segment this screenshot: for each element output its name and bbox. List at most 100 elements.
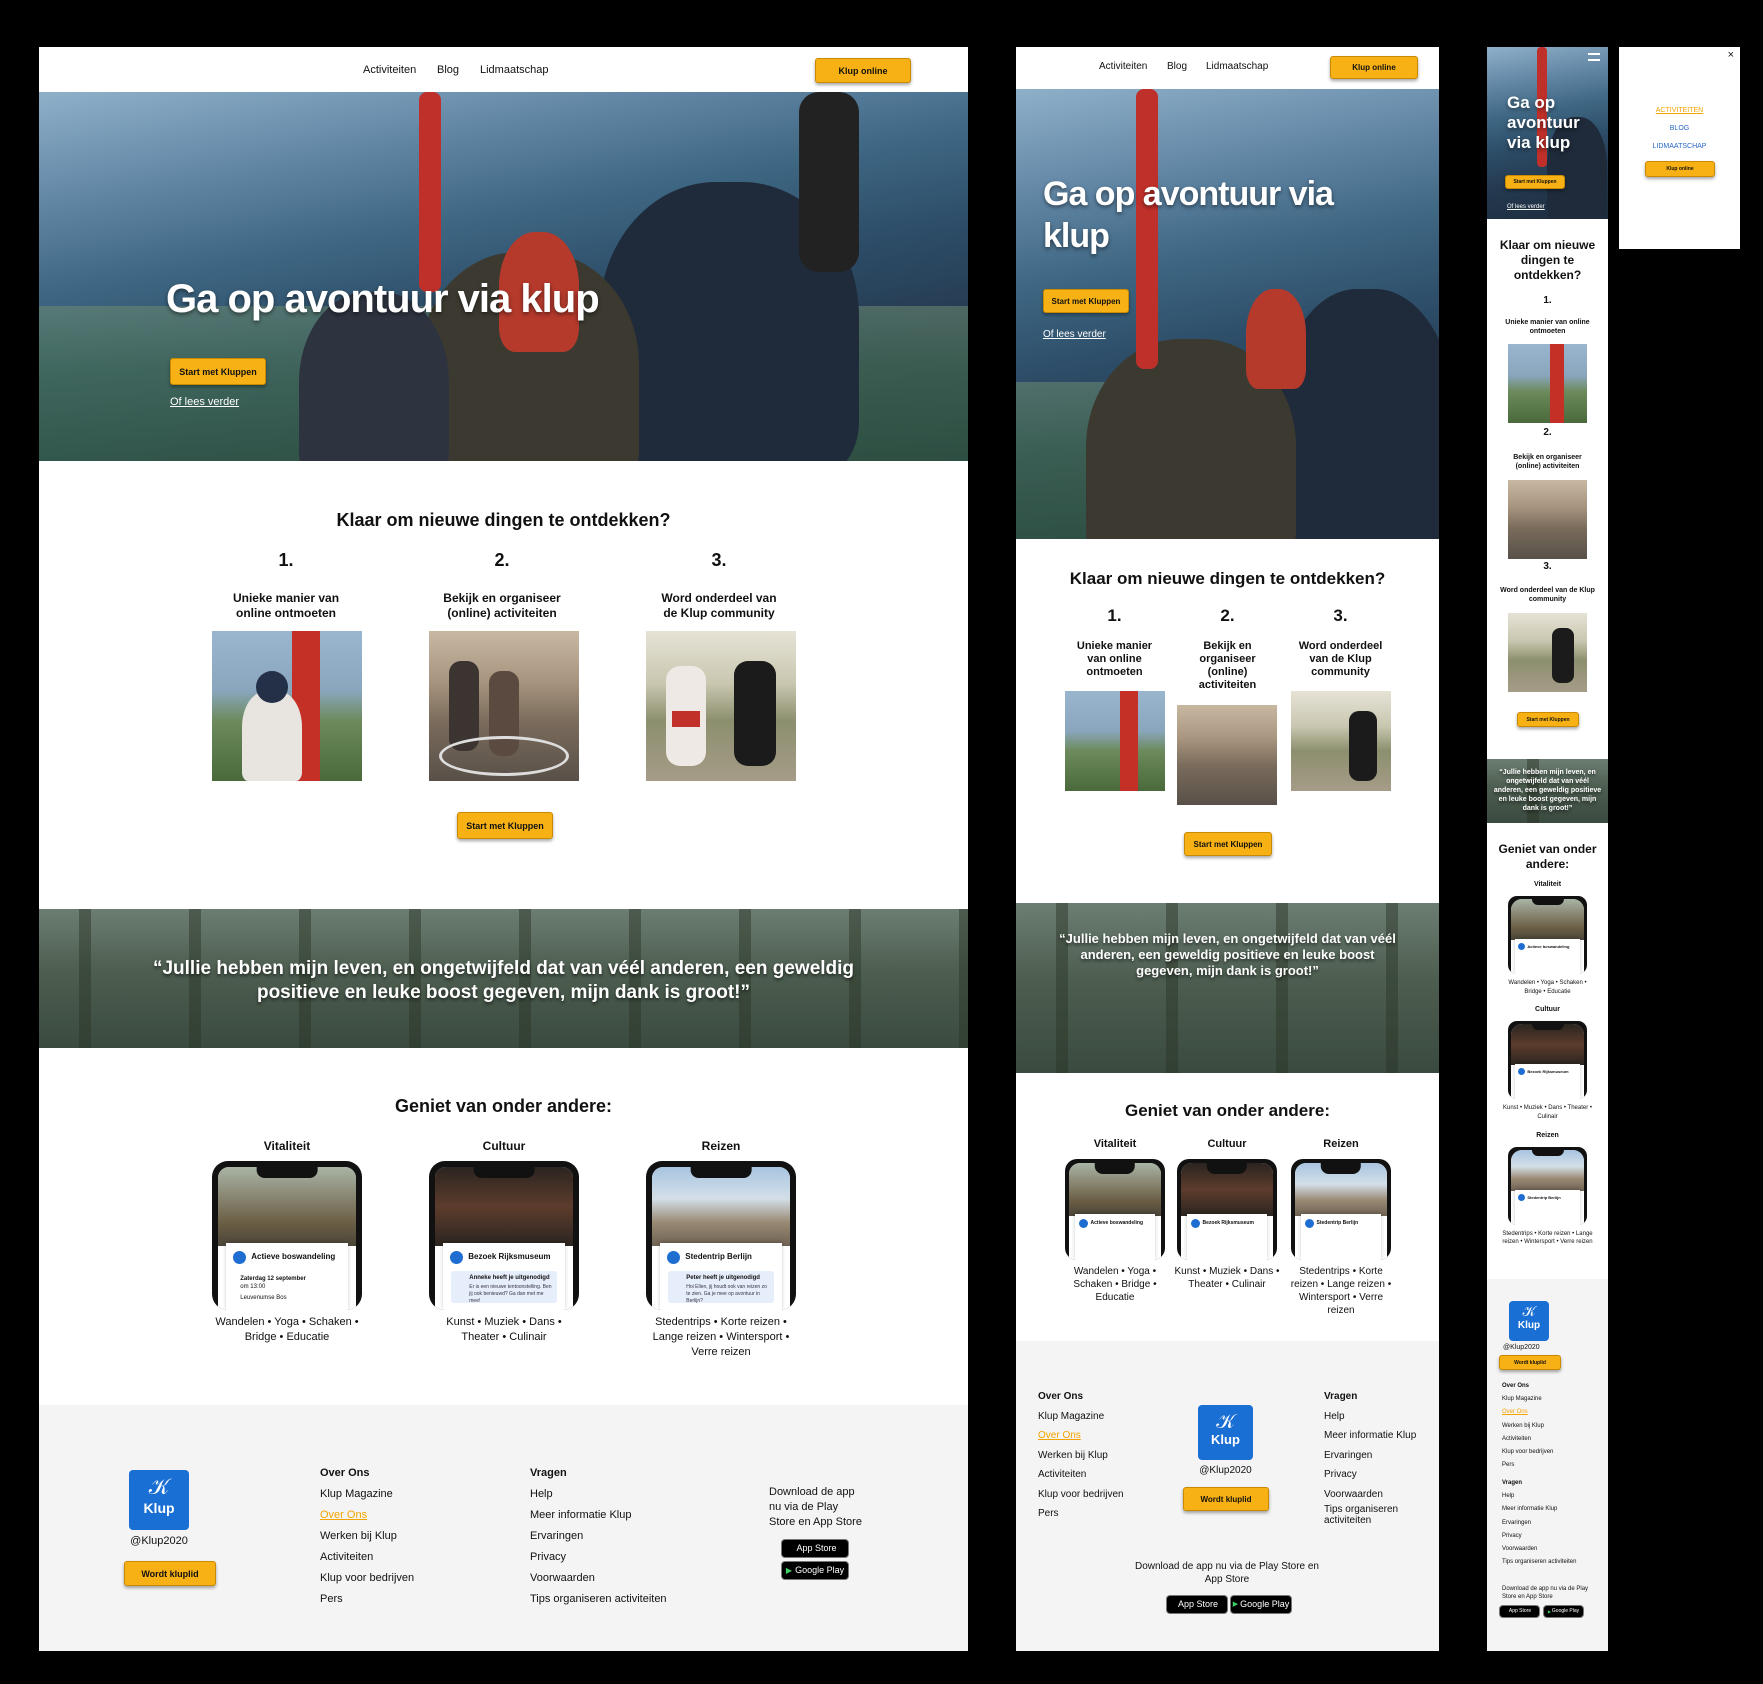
google-play-badge[interactable]: ▶ Google Play (781, 1561, 849, 1580)
footer-link-meer-informatie[interactable]: Meer informatie Klup (1502, 1503, 1576, 1516)
footer-link-voorwaarden[interactable]: Voorwaarden (1502, 1543, 1576, 1556)
app-store-badge[interactable]: App Store (1499, 1605, 1540, 1618)
nav-item-activiteiten[interactable]: Activiteiten (1099, 61, 1147, 72)
read-more-link[interactable]: Of lees verder (1507, 204, 1545, 210)
klup-online-button[interactable]: Klup online (1330, 56, 1418, 79)
trees-backdrop (1016, 903, 1439, 1073)
footer-link-pers[interactable]: Pers (1038, 1504, 1124, 1524)
nav-item-lidmaatschap[interactable]: Lidmaatschap (1206, 61, 1268, 72)
footer-link-pers[interactable]: Pers (1502, 1459, 1553, 1472)
invite-card: Peter heeft je uitgenodigd Hoi Ellen, ji… (668, 1270, 774, 1304)
start-kluppen-button[interactable]: Start met Kluppen (1043, 289, 1129, 313)
footer-link-werken-bij-klup[interactable]: Werken bij Klup (1038, 1446, 1124, 1466)
read-more-link[interactable]: Of lees verder (1043, 329, 1106, 340)
hamburger-icon[interactable] (1588, 53, 1600, 61)
brand-name: Klup (1211, 1432, 1240, 1447)
footer-link-klup-magazine[interactable]: Klup Magazine (1038, 1407, 1124, 1427)
footer-link-tips[interactable]: Tips organiseren activiteiten (1502, 1556, 1576, 1569)
read-more-link[interactable]: Of lees verder (170, 396, 239, 408)
app-store-badge[interactable]: App Store (781, 1539, 849, 1558)
step-2: 2. Bekijk en organiseer (online) activit… (427, 550, 577, 621)
klup-online-button[interactable]: Klup online (1645, 161, 1715, 177)
footer-link-werken-bij-klup[interactable]: Werken bij Klup (320, 1526, 414, 1547)
become-member-button[interactable]: Wordt kluplid (124, 1561, 216, 1586)
activity-icon (450, 1250, 464, 1264)
footer-link-activiteiten[interactable]: Activiteiten (1038, 1465, 1124, 1485)
footer-link-activiteiten[interactable]: Activiteiten (1502, 1433, 1553, 1446)
nav-item-blog[interactable]: Blog (1167, 61, 1187, 72)
category-title-reizen: Reizen (1323, 1138, 1359, 1150)
footer-link-klup-magazine[interactable]: Klup Magazine (320, 1484, 414, 1505)
footer-link-klup-voor-bedrijven[interactable]: Klup voor bedrijven (1502, 1446, 1553, 1459)
klup-logo[interactable]: 𝒦 Klup (129, 1470, 189, 1530)
footer-link-help[interactable]: Help (530, 1484, 667, 1505)
discover-title: Klaar om nieuwe dingen te ontdekken? (336, 510, 671, 530)
klup-logo[interactable]: 𝒦 Klup (1509, 1301, 1549, 1341)
klup-online-button[interactable]: Klup online (815, 58, 911, 83)
footer-link-privacy[interactable]: Privacy (1324, 1465, 1424, 1485)
nav-item-blog[interactable]: Blog (437, 64, 459, 76)
footer-link-over-ons[interactable]: Over Ons (320, 1505, 414, 1526)
hero-banner: Ga op avontuur via klup Start met Kluppe… (1016, 89, 1439, 539)
footer-link-ervaringen[interactable]: Ervaringen (1324, 1446, 1424, 1466)
screen-line: Peter heeft je uitgenodigd (686, 1274, 760, 1281)
klup-logo[interactable]: 𝒦 Klup (1198, 1405, 1253, 1460)
mobile-menu-item-activiteiten[interactable]: ACTIVITEITEN (1619, 107, 1740, 114)
footer-link-help[interactable]: Help (1502, 1490, 1576, 1503)
close-icon[interactable]: × (1728, 49, 1734, 61)
become-member-button[interactable]: Wordt kluplid (1499, 1355, 1561, 1370)
nav-item-lidmaatschap[interactable]: Lidmaatschap (480, 64, 549, 76)
mobile-frame: Ga op avontuur via klup Start met Kluppe… (1487, 47, 1608, 1651)
footer-link-klup-voor-bedrijven[interactable]: Klup voor bedrijven (1038, 1485, 1124, 1505)
screen-line: Anneke heeft je uitgenodigd (469, 1274, 550, 1281)
google-play-badge[interactable]: ▶ Google Play (1543, 1605, 1584, 1618)
footer-link-klup-voor-bedrijven[interactable]: Klup voor bedrijven (320, 1568, 414, 1589)
footer-link-voorwaarden[interactable]: Voorwaarden (530, 1568, 667, 1589)
enjoy-title: Geniet van onder andere: (1125, 1101, 1330, 1120)
category-title-vitaliteit: Vitaliteit (1533, 881, 1562, 888)
step-3: 3. Word onderdeel van de Klup community (1288, 606, 1393, 679)
footer-col-vragen: Vragen Help Meer informatie Klup Ervarin… (1502, 1477, 1576, 1569)
footer-link-privacy[interactable]: Privacy (530, 1547, 667, 1568)
start-kluppen-button[interactable]: Start met Kluppen (457, 812, 553, 839)
footer-link-meer-informatie[interactable]: Meer informatie Klup (1324, 1426, 1424, 1446)
testimonial-banner: “Jullie hebben mijn leven, en ongetwijfe… (1487, 759, 1608, 823)
footer-link-voorwaarden[interactable]: Voorwaarden (1324, 1485, 1424, 1505)
footer-link-over-ons[interactable]: Over Ons (1038, 1426, 1124, 1446)
footer-link-privacy[interactable]: Privacy (1502, 1530, 1576, 1543)
screen-line: Hoi Ellen, jij houdt ook van reizen zo t… (686, 1283, 767, 1304)
brand-name: Klup (143, 1500, 175, 1516)
discover-title: Klaar om nieuwe dingen te ontdekken? (1069, 569, 1386, 588)
app-store-badge[interactable]: App Store (1166, 1595, 1228, 1614)
footer-link-ervaringen[interactable]: Ervaringen (1502, 1517, 1576, 1530)
footer-link-tips[interactable]: Tips organiseren activiteiten (530, 1589, 667, 1610)
footer-link-werken-bij-klup[interactable]: Werken bij Klup (1502, 1420, 1553, 1433)
start-kluppen-button[interactable]: Start met Kluppen (1505, 175, 1565, 189)
google-play-label: Google Play (795, 1565, 845, 1575)
step-number: 3. (1543, 561, 1552, 572)
footer-link-pers[interactable]: Pers (320, 1589, 414, 1610)
footer-link-tips[interactable]: Tips organiseren activiteiten (1324, 1504, 1424, 1526)
screen-line: om 13:00 (240, 1283, 266, 1290)
nav-item-activiteiten[interactable]: Activiteiten (363, 64, 416, 76)
phone-mockup-vitaliteit: Actieve boswandeling Zaterdag 12 septemb… (212, 1161, 362, 1310)
download-text: Download de app nu via de Play Store en … (1502, 1586, 1589, 1600)
footer-link-ervaringen[interactable]: Ervaringen (530, 1526, 667, 1547)
footer-link-activiteiten[interactable]: Activiteiten (320, 1547, 414, 1568)
start-kluppen-button[interactable]: Start met Kluppen (1184, 832, 1272, 856)
footer-link-klup-magazine[interactable]: Klup Magazine (1502, 1393, 1553, 1406)
step-label: Unieke manier van online ontmoeten (232, 591, 340, 620)
step-1: 1. Unieke manier van online ontmoeten (211, 550, 361, 621)
footer-link-over-ons[interactable]: Over Ons (1502, 1406, 1553, 1419)
start-kluppen-button[interactable]: Start met Kluppen (1517, 712, 1579, 727)
step-photo-bikes (1177, 705, 1277, 805)
mobile-menu-item-blog[interactable]: BLOG (1619, 125, 1740, 132)
mobile-menu-item-lidmaatschap[interactable]: LIDMAATSCHAP (1619, 143, 1740, 150)
become-member-button[interactable]: Wordt kluplid (1183, 1487, 1269, 1511)
google-play-badge[interactable]: ▶ Google Play (1230, 1595, 1292, 1614)
k-icon: 𝒦 (148, 1475, 170, 1500)
footer-link-help[interactable]: Help (1324, 1407, 1424, 1427)
enjoy-title: Geniet van onder andere: (1498, 842, 1597, 871)
footer-link-meer-informatie[interactable]: Meer informatie Klup (530, 1505, 667, 1526)
start-kluppen-button[interactable]: Start met Kluppen (170, 358, 266, 385)
